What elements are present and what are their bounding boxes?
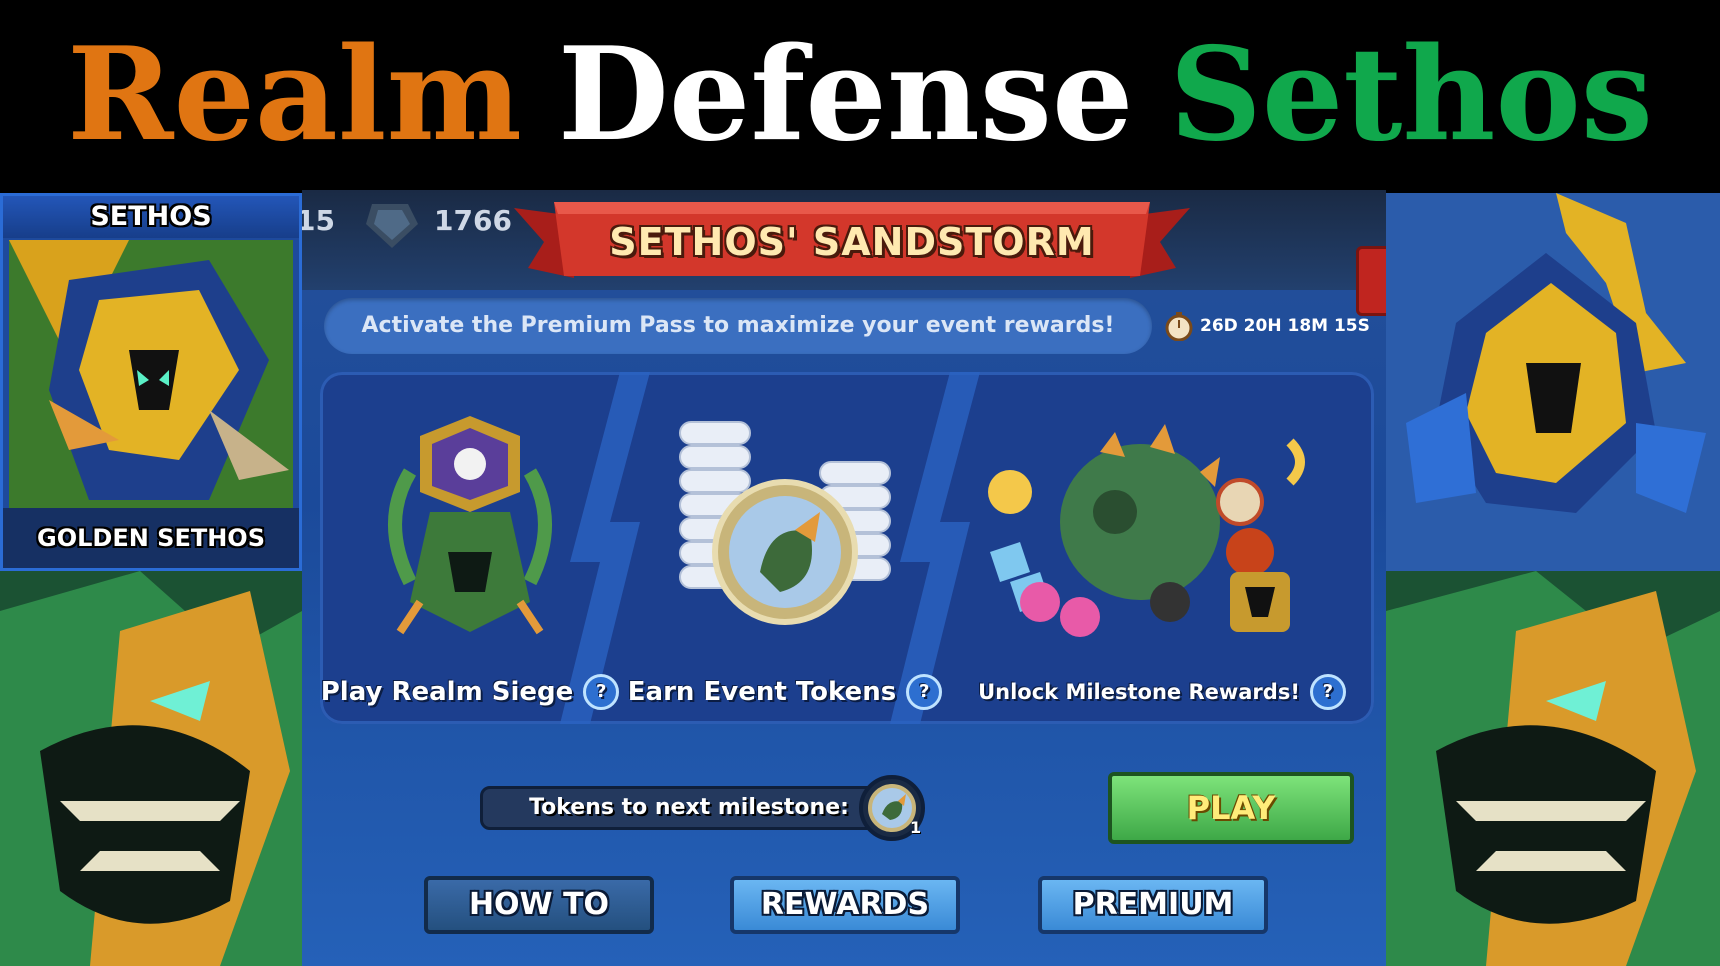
banner-word-sethos: Sethos <box>1169 20 1653 170</box>
step-play-realm-siege: Play Realm Siege ? <box>320 372 620 724</box>
milestone-progress-bar: Tokens to next milestone: <box>480 786 898 830</box>
help-icon[interactable]: ? <box>906 674 943 710</box>
event-timer: 26D 20H 18M 15S <box>1164 306 1370 346</box>
step-earn-event-tokens: Earn Event Tokens ? <box>620 372 950 724</box>
sethos-face-left-icon <box>0 571 302 966</box>
rewards-button[interactable]: REWARDS <box>730 876 960 934</box>
step-label-text: Earn Event Tokens <box>627 677 897 707</box>
gem-count: 1766 <box>434 204 512 237</box>
timer-text: 26D 20H 18M 15S <box>1200 316 1370 336</box>
milestone-rewards-icon <box>988 424 1305 637</box>
sethos-portrait-icon <box>9 240 293 508</box>
step-label: Play Realm Siege ? <box>320 670 620 714</box>
step-label: Unlock Milestone Rewards! ? <box>950 670 1374 714</box>
premium-button[interactable]: PREMIUM <box>1038 876 1268 934</box>
sethos-face-right-icon <box>1386 571 1720 966</box>
resource-count: 15 <box>302 204 335 237</box>
event-title: SETHOS' SANDSTORM <box>609 220 1095 264</box>
gem-icon <box>366 204 418 248</box>
premium-info-bar: Activate the Premium Pass to maximize yo… <box>324 298 1152 354</box>
help-icon[interactable]: ? <box>1309 674 1346 710</box>
realm-siege-crest-icon <box>388 416 552 635</box>
event-tokens-icon <box>679 421 891 625</box>
hero-card-title: SETHOS <box>3 196 299 238</box>
event-steps-board: Play Realm Siege ? Earn Event Tokens ? U… <box>320 372 1374 724</box>
token-count: 1 <box>910 818 922 837</box>
play-button[interactable]: PLAY <box>1108 772 1354 844</box>
help-icon[interactable]: ? <box>583 674 620 710</box>
milestone-progress-label: Tokens to next milestone: <box>529 795 849 820</box>
step-label-text: Unlock Milestone Rewards! <box>978 680 1300 704</box>
hero-card-skin-name: GOLDEN SETHOS <box>3 508 299 568</box>
how-to-button[interactable]: HOW TO <box>424 876 654 934</box>
thumbnail-banner: Realm Defense Sethos <box>0 0 1720 190</box>
step-unlock-milestone-rewards: Unlock Milestone Rewards! ? <box>950 372 1374 724</box>
step-label: Earn Event Tokens ? <box>620 670 950 714</box>
hero-card: SETHOS GOLDEN SETHOS <box>0 193 302 571</box>
step-label-text: Play Realm Siege <box>320 677 574 707</box>
banner-word-defense: Defense <box>557 20 1134 170</box>
event-screen: 15 1766 SETHOS' SANDSTORM Activate the P… <box>302 190 1386 966</box>
stopwatch-icon <box>1165 312 1193 341</box>
banner-word-realm: Realm <box>67 20 522 170</box>
sethos-scorpion-icon <box>1386 193 1720 571</box>
